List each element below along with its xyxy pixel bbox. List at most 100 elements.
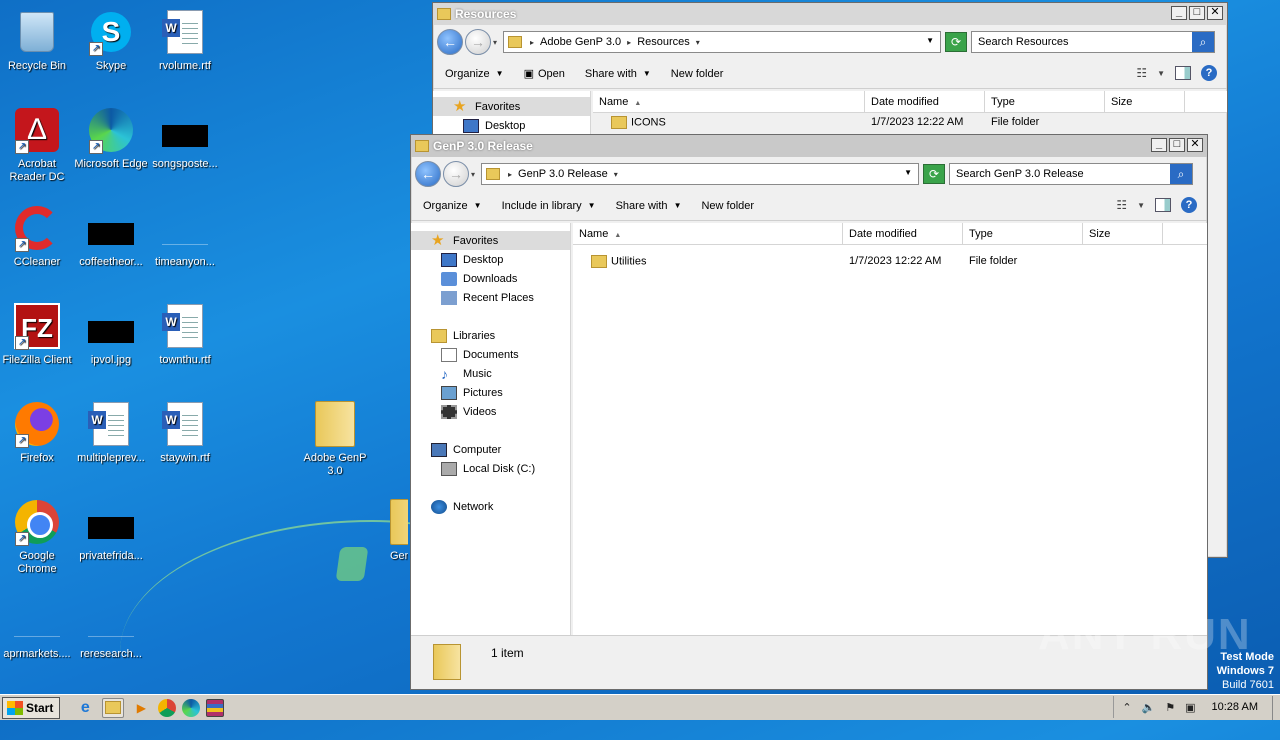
help-icon[interactable]: ? <box>1201 65 1217 81</box>
desktop-icon-coffeetheor[interactable]: coffeetheor... <box>74 204 148 269</box>
view-dropdown-icon[interactable]: ▼ <box>1157 69 1165 78</box>
nav-network[interactable]: Network <box>411 497 570 516</box>
explorer-window-genp-release[interactable]: GenP 3.0 Release _ □ ✕ ← → ▾ ▸ GenP 3.0 … <box>410 134 1208 690</box>
desktop-icon-adobe-genp[interactable]: Adobe GenP 3.0 <box>298 400 372 478</box>
nav-music[interactable]: ♪ Music <box>411 364 570 383</box>
title-bar[interactable]: GenP 3.0 Release _ □ ✕ <box>411 135 1207 157</box>
desktop-icon-timeanyon[interactable]: timeanyon... <box>148 204 222 269</box>
desktop-icon-edge[interactable]: ↗ Microsoft Edge <box>74 106 148 171</box>
history-dropdown-icon[interactable]: ▾ <box>493 38 503 47</box>
start-button[interactable]: Start <box>2 696 61 719</box>
column-name[interactable]: Name ▲ <box>593 91 865 112</box>
maximize-button[interactable]: □ <box>1169 138 1185 152</box>
nav-documents[interactable]: Documents <box>411 345 570 364</box>
organize-button[interactable]: Organize ▼ <box>423 200 482 212</box>
search-icon[interactable]: ⌕ <box>1192 32 1214 52</box>
minimize-button[interactable]: _ <box>1151 138 1167 152</box>
address-dropdown-icon[interactable]: ▼ <box>904 168 912 177</box>
address-bar[interactable]: ▸ GenP 3.0 Release ▾ ▼ <box>481 163 919 185</box>
search-box[interactable]: ⌕ <box>949 163 1193 185</box>
desktop-icon-firefox[interactable]: ↗ Firefox <box>0 400 74 465</box>
view-options-icon[interactable]: ☷ <box>1136 66 1147 80</box>
desktop-icon-recycle-bin[interactable]: Recycle Bin <box>0 8 74 73</box>
breadcrumb-item[interactable]: GenP 3.0 Release <box>518 168 608 180</box>
preview-pane-icon[interactable] <box>1155 198 1171 212</box>
minimize-button[interactable]: _ <box>1171 6 1187 20</box>
nav-videos[interactable]: Videos <box>411 402 570 421</box>
desktop-icon-townthu[interactable]: townthu.rtf <box>148 302 222 367</box>
address-dropdown-icon[interactable]: ▼ <box>926 36 934 45</box>
close-button[interactable]: ✕ <box>1207 6 1223 20</box>
desktop-icon-skype[interactable]: S ↗ Skype <box>74 8 148 73</box>
desktop-icon-staywin[interactable]: staywin.rtf <box>148 400 222 465</box>
desktop-icon-privatefrida[interactable]: privatefrida... <box>74 498 148 563</box>
refresh-icon[interactable]: ⟳ <box>923 164 945 184</box>
nav-desktop[interactable]: Desktop <box>411 250 570 269</box>
column-date-modified[interactable]: Date modified <box>843 223 963 244</box>
column-size[interactable]: Size <box>1105 91 1185 112</box>
action-center-icon[interactable]: ⚑ <box>1165 701 1175 714</box>
desktop-icon-songsposte[interactable]: songsposte... <box>148 106 222 171</box>
desktop-icon-multipleprev[interactable]: multipleprev... <box>74 400 148 465</box>
breadcrumb-item[interactable]: Adobe GenP 3.0 <box>540 36 621 48</box>
history-dropdown-icon[interactable]: ▾ <box>471 170 481 179</box>
nav-pictures[interactable]: Pictures <box>411 383 570 402</box>
include-in-library-button[interactable]: Include in library ▼ <box>502 200 596 212</box>
back-button[interactable]: ← <box>437 29 463 55</box>
search-icon[interactable]: ⌕ <box>1170 164 1192 184</box>
desktop-icon-rvolume[interactable]: rvolume.rtf <box>148 8 222 73</box>
view-options-icon[interactable]: ☷ <box>1116 198 1127 212</box>
refresh-icon[interactable]: ⟳ <box>945 32 967 52</box>
back-button[interactable]: ← <box>415 161 441 187</box>
media-player-icon[interactable] <box>130 698 152 718</box>
table-row[interactable]: ICONS 1/7/2023 12:22 AM File folder <box>593 113 1227 131</box>
show-desktop-button[interactable] <box>1272 696 1280 720</box>
maximize-button[interactable]: □ <box>1189 6 1205 20</box>
view-dropdown-icon[interactable]: ▼ <box>1137 201 1145 210</box>
show-hidden-icons-icon[interactable]: ⌃ <box>1122 701 1131 714</box>
column-type[interactable]: Type <box>985 91 1105 112</box>
forward-button[interactable]: → <box>443 161 469 187</box>
file-explorer-icon[interactable] <box>102 697 125 718</box>
nav-desktop[interactable]: Desktop <box>433 116 590 135</box>
desktop-icon-aprmarkets[interactable]: aprmarkets.... <box>0 596 74 661</box>
desktop-icon-chrome[interactable]: ↗ Google Chrome <box>0 498 74 576</box>
share-with-button[interactable]: Share with ▼ <box>585 68 651 80</box>
chrome-icon[interactable] <box>158 698 177 717</box>
breadcrumb-item[interactable]: Resources <box>637 36 690 48</box>
network-tray-icon[interactable]: ▣ <box>1185 701 1195 714</box>
nav-computer[interactable]: Computer <box>411 440 570 459</box>
column-type[interactable]: Type <box>963 223 1083 244</box>
nav-local-disk[interactable]: Local Disk (C:) <box>411 459 570 478</box>
forward-button[interactable]: → <box>465 29 491 55</box>
organize-button[interactable]: Organize ▼ <box>445 68 504 80</box>
desktop-icon-filezilla[interactable]: FZ ↗ FileZilla Client <box>0 302 74 367</box>
open-button[interactable]: ▣ Open <box>524 67 565 81</box>
nav-favorites[interactable]: ★ Favorites <box>411 231 570 250</box>
search-box[interactable]: ⌕ <box>971 31 1215 53</box>
nav-recent-places[interactable]: Recent Places <box>411 288 570 307</box>
desktop-icon-genp-release[interactable]: GenP Rel <box>372 498 408 563</box>
nav-libraries[interactable]: Libraries <box>411 326 570 345</box>
column-size[interactable]: Size <box>1083 223 1163 244</box>
edge-icon[interactable] <box>182 698 201 717</box>
preview-pane-icon[interactable] <box>1175 66 1191 80</box>
desktop-icon-reresearch[interactable]: reresearch... <box>74 596 148 661</box>
desktop-icon-acrobat[interactable]: ∆ ↗ Acrobat Reader DC <box>0 106 74 184</box>
close-button[interactable]: ✕ <box>1187 138 1203 152</box>
new-folder-button[interactable]: New folder <box>701 200 754 212</box>
internet-explorer-icon[interactable]: e <box>74 698 96 718</box>
volume-icon[interactable]: 🔈 <box>1142 701 1156 714</box>
new-folder-button[interactable]: New folder <box>671 68 724 80</box>
winrar-icon[interactable] <box>206 698 225 717</box>
nav-downloads[interactable]: Downloads <box>411 269 570 288</box>
search-input[interactable] <box>950 164 1192 184</box>
clock[interactable]: 10:28 AM <box>1212 701 1258 713</box>
column-date-modified[interactable]: Date modified <box>865 91 985 112</box>
share-with-button[interactable]: Share with ▼ <box>616 200 682 212</box>
desktop-icon-ipvol[interactable]: ipvol.jpg <box>74 302 148 367</box>
title-bar[interactable]: Resources _ □ ✕ <box>433 3 1227 25</box>
nav-favorites[interactable]: ★ Favorites <box>433 97 590 116</box>
desktop-icon-ccleaner[interactable]: ↗ CCleaner <box>0 204 74 269</box>
column-name[interactable]: Name ▲ <box>573 223 843 244</box>
